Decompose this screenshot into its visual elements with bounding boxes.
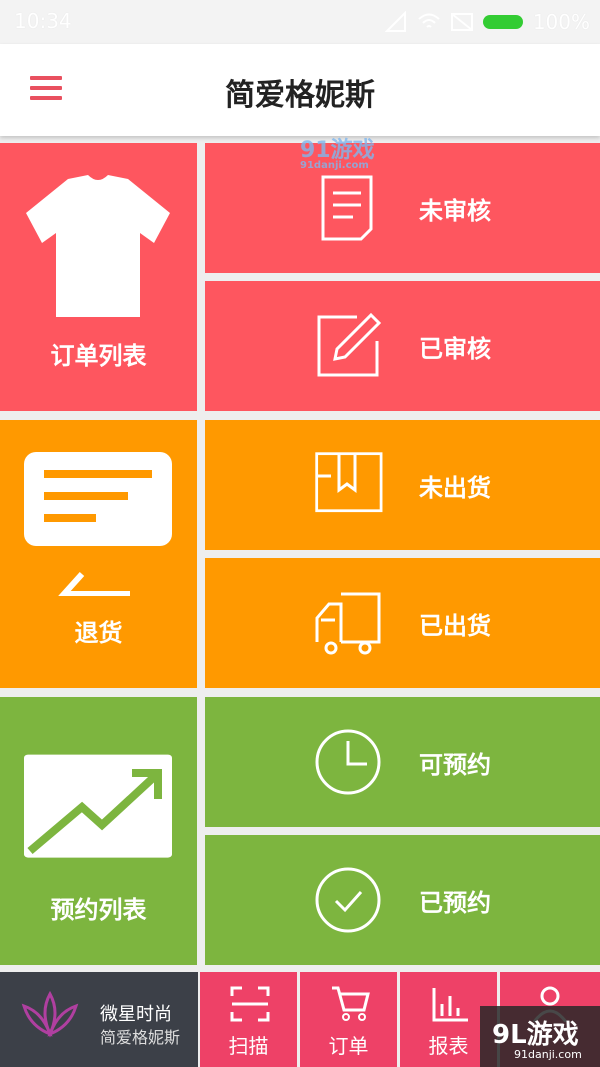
- status-bar: 10:34 100%: [0, 0, 600, 44]
- tile-bookable[interactable]: 可预约: [205, 697, 600, 827]
- message-icon: [24, 448, 172, 597]
- signal-icon: [384, 11, 406, 32]
- status-icons: 100%: [384, 8, 590, 36]
- brand-subtitle: 简爱格妮斯: [100, 1028, 181, 1047]
- trend-chart-icon: [24, 725, 172, 873]
- clock-icon: [313, 727, 383, 797]
- page-title: 简爱格妮斯: [225, 78, 375, 113]
- tile-label: 已审核: [419, 335, 491, 363]
- tile-booked[interactable]: 已预约: [205, 835, 600, 965]
- tile-label: 未审核: [419, 197, 491, 225]
- tile-label: 订单列表: [50, 342, 147, 370]
- tile-label: 未出货: [419, 474, 491, 502]
- tile-shipped[interactable]: 已出货: [205, 558, 600, 688]
- nav-label: 订单: [328, 1034, 369, 1058]
- wifi-icon: [418, 13, 440, 28]
- tile-label: 已预约: [419, 889, 491, 917]
- tile-reservation-list[interactable]: 预约列表: [0, 697, 197, 965]
- brand-panel: 微星时尚 简爱格妮斯: [0, 972, 198, 1067]
- edit-icon: [313, 311, 383, 381]
- tshirt-icon: [24, 171, 172, 319]
- scan-icon: [230, 986, 270, 1022]
- tile-returns[interactable]: 退货: [0, 420, 197, 688]
- document-icon: [313, 173, 383, 243]
- tile-order-list[interactable]: 订单列表: [0, 143, 197, 411]
- tile-label: 可预约: [419, 751, 491, 779]
- tile-label: 已出货: [419, 612, 491, 640]
- tile-not-shipped[interactable]: 未出货: [205, 420, 600, 550]
- app-bar: 简爱格妮斯: [0, 44, 600, 136]
- watermark-badge-site: 91danji.com: [514, 1048, 582, 1061]
- tile-label: 预约列表: [50, 896, 147, 924]
- battery-icon: [482, 15, 523, 29]
- tile-reviewed[interactable]: 已审核: [205, 281, 600, 411]
- lotus-logo-icon: [21, 990, 79, 1038]
- watermark-badge-logo: 9L游戏: [492, 1020, 579, 1050]
- brand-name: 微星时尚: [100, 1004, 172, 1025]
- watermark-badge: 9L游戏 91danji.com: [480, 1006, 600, 1067]
- check-circle-icon: [313, 865, 383, 935]
- battery-percent: 100%: [532, 10, 590, 34]
- watermark-logo: 91游戏 91danji.com: [300, 132, 375, 171]
- tile-label: 退货: [74, 619, 123, 647]
- box-icon: [313, 450, 383, 520]
- cart-icon: [332, 986, 370, 1021]
- sim-icon: [450, 13, 473, 31]
- nav-orders[interactable]: 订单: [300, 972, 397, 1067]
- nav-scan[interactable]: 扫描: [200, 972, 297, 1067]
- truck-icon: [313, 588, 383, 658]
- bar-chart-icon: [432, 988, 468, 1022]
- watermark-site: 91danji.com: [300, 160, 369, 171]
- nav-label: 扫描: [228, 1034, 269, 1058]
- tile-unreviewed[interactable]: 未审核: [205, 143, 600, 273]
- status-time: 10:34: [14, 9, 72, 33]
